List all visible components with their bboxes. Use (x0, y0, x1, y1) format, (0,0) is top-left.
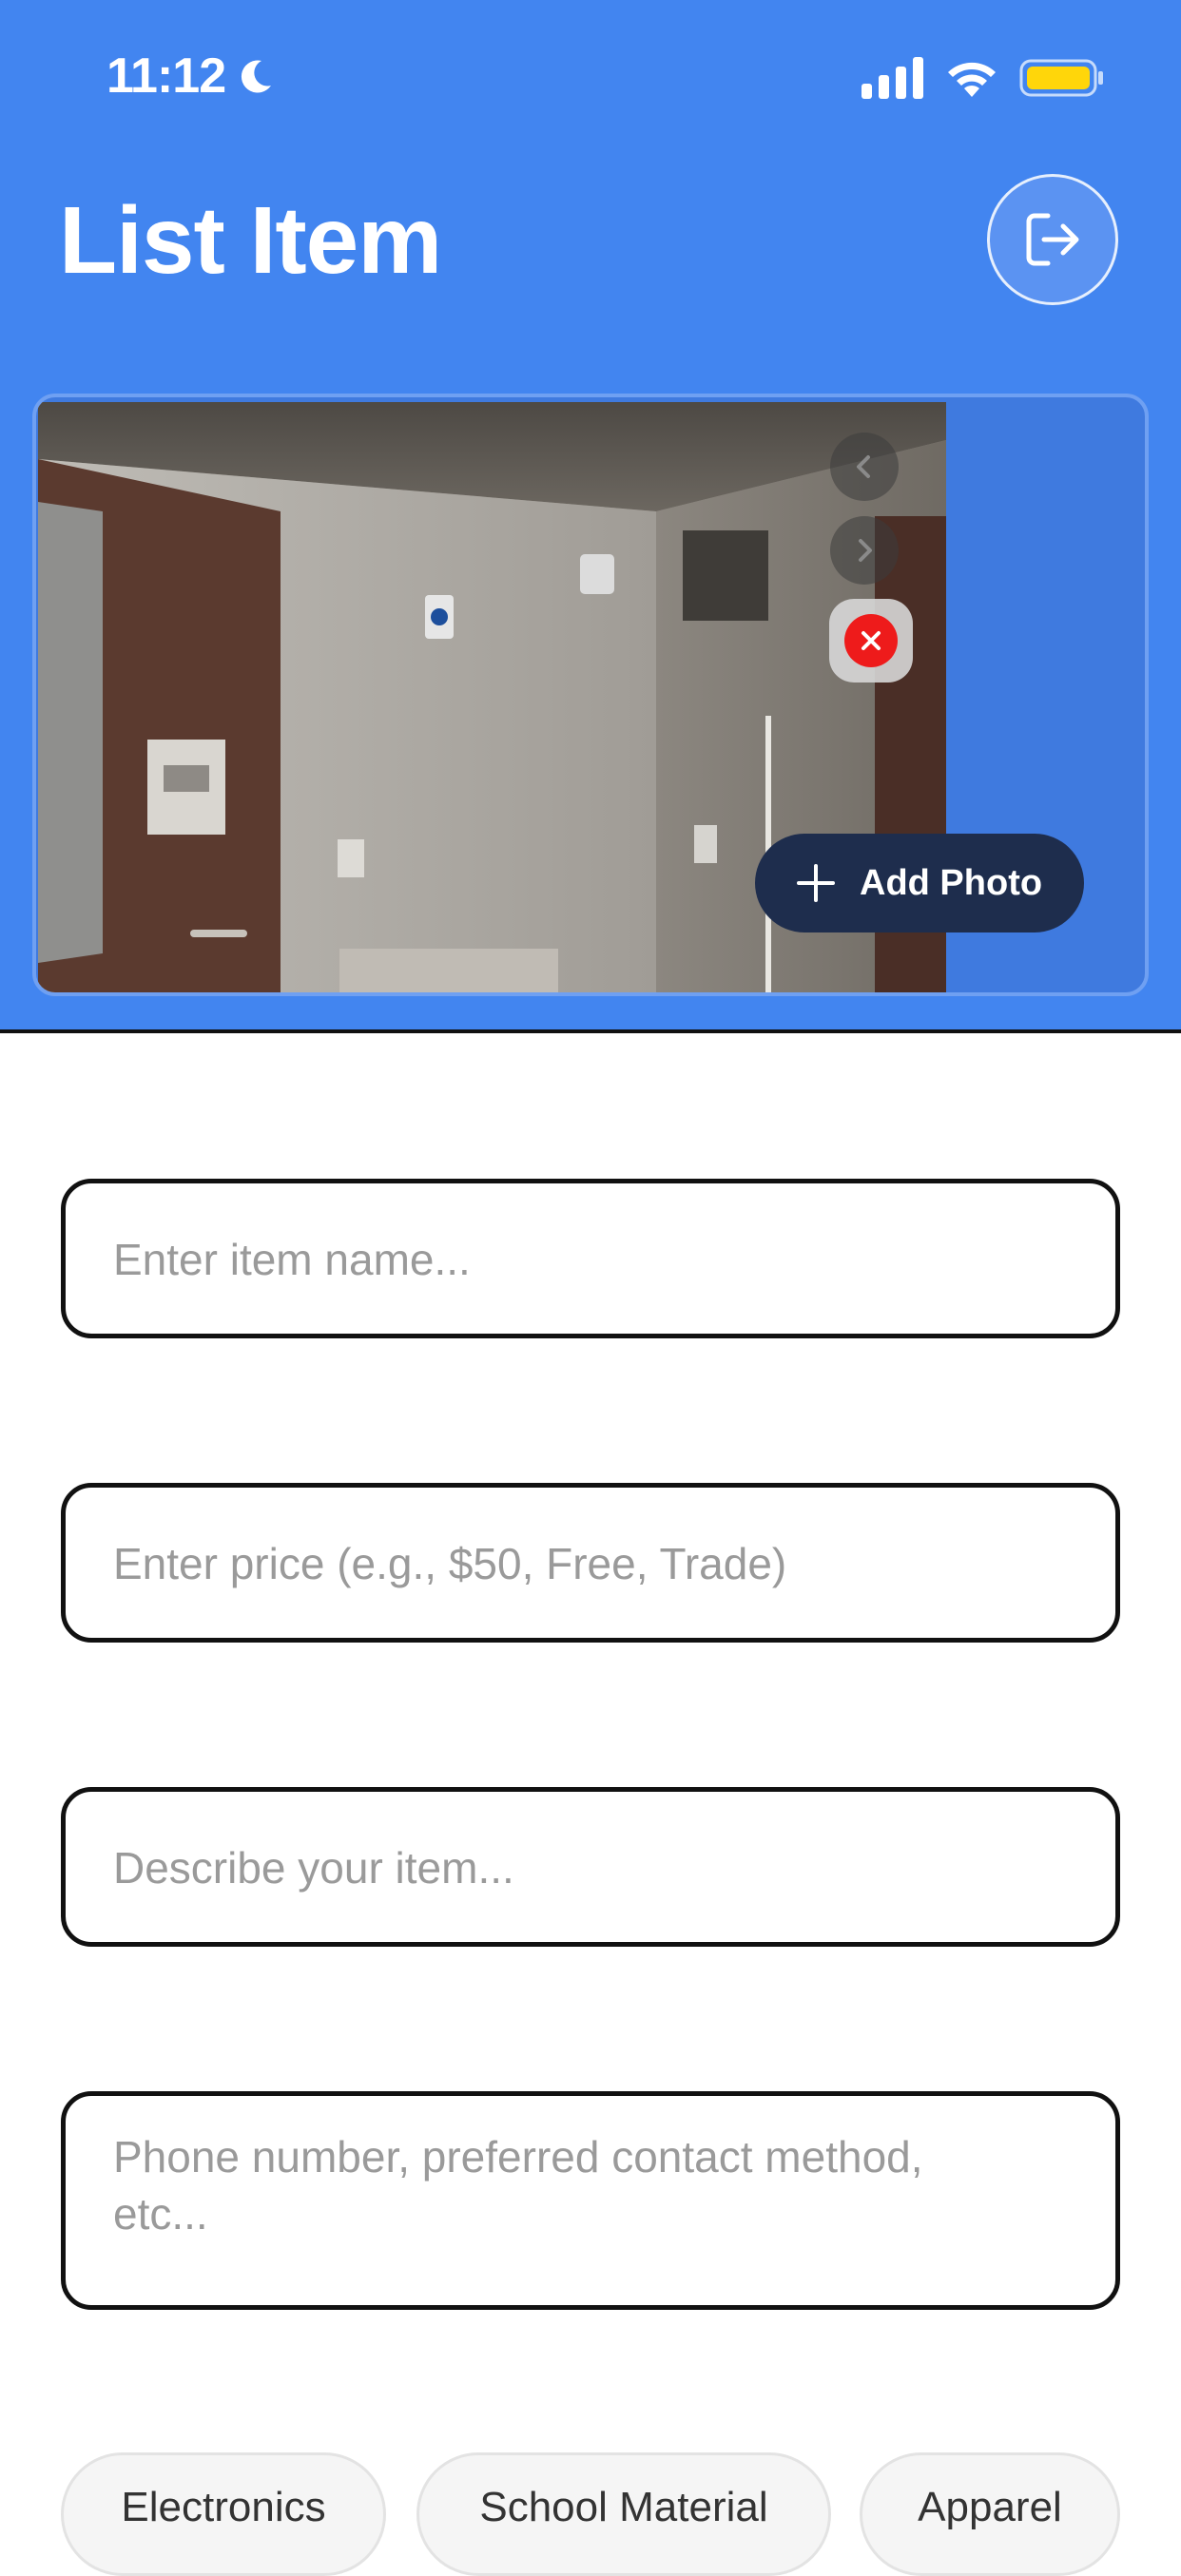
header: 11:12 List Item Add Photo (0, 0, 1181, 1029)
price-placeholder: Enter price (e.g., $50, Free, Trade) (113, 1539, 787, 1588)
description-input[interactable]: Describe your item... (61, 1787, 1120, 1947)
wifi-icon (948, 62, 996, 97)
logout-icon (1026, 213, 1079, 266)
item-name-placeholder: Enter item name... (113, 1235, 471, 1284)
header-divider (0, 1029, 1181, 1033)
category-chip-electronics[interactable]: Electronics (61, 2452, 386, 2576)
moon-icon (241, 60, 271, 93)
plus-icon (797, 864, 835, 902)
price-input[interactable]: Enter price (e.g., $50, Free, Trade) (61, 1483, 1120, 1643)
logout-button[interactable] (987, 174, 1118, 305)
status-time: 11:12 (106, 48, 226, 104)
previous-photo-button[interactable] (830, 433, 899, 501)
cellular-signal-icon (862, 57, 923, 99)
contact-info-input[interactable]: Phone number, preferred contact method, … (61, 2091, 1120, 2310)
contact-placeholder: Phone number, preferred contact method, … (113, 2132, 923, 2239)
add-photo-button[interactable]: Add Photo (755, 834, 1084, 932)
next-photo-button[interactable] (830, 516, 899, 585)
battery-icon (1019, 59, 1103, 97)
category-chip-school-material[interactable]: School Material (416, 2452, 831, 2576)
description-placeholder: Describe your item... (113, 1843, 514, 1893)
chevron-right-icon (859, 539, 872, 562)
item-name-input[interactable]: Enter item name... (61, 1179, 1120, 1338)
chevron-left-icon (857, 455, 870, 478)
page-title: List Item (59, 187, 442, 294)
add-photo-label: Add Photo (860, 862, 1043, 903)
remove-photo-badge (844, 614, 898, 667)
remove-photo-button[interactable] (829, 599, 913, 682)
category-chip-apparel[interactable]: Apparel (860, 2452, 1120, 2576)
close-icon (862, 631, 881, 650)
